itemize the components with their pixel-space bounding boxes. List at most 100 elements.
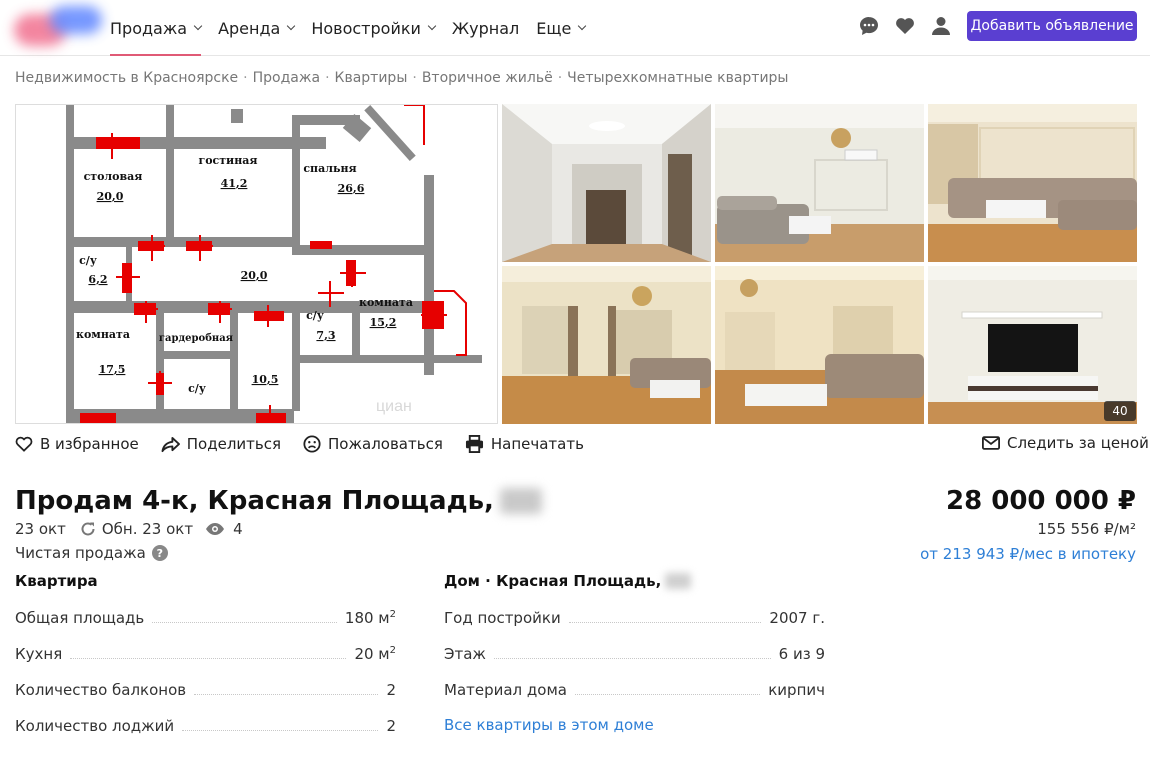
- spec-label: Общая площадь: [15, 609, 145, 627]
- user-icon[interactable]: [930, 14, 952, 38]
- favorite-label: В избранное: [40, 435, 139, 453]
- nav-item-label: Новостройки: [311, 18, 421, 38]
- redacted-text: [665, 573, 692, 589]
- spec-value: 2007 г.: [769, 609, 825, 627]
- nav-item-journal[interactable]: Журнал: [452, 0, 519, 56]
- watermark: циан: [376, 398, 412, 415]
- chevron-down-icon: [193, 21, 203, 31]
- listing-meta: 23 окт Обн. 23 окт 4: [15, 520, 243, 538]
- refresh-icon: [81, 522, 95, 536]
- main-nav: Продажа Аренда Новостройки Журнал Еще: [110, 0, 602, 56]
- spec-label: Материал дома: [444, 681, 567, 699]
- listing-date: 23 окт: [15, 520, 66, 538]
- report-label: Пожаловаться: [328, 435, 443, 453]
- gallery-photo[interactable]: [502, 266, 711, 424]
- room-area: 6,2: [88, 273, 107, 286]
- listing-actions: В избранное Поделиться Пожаловаться Напе…: [15, 434, 606, 454]
- breadcrumb-item[interactable]: Квартиры: [335, 70, 408, 86]
- gallery-photo[interactable]: [715, 104, 924, 262]
- spec-row: Материал дома кирпич: [444, 679, 825, 699]
- breadcrumb-item[interactable]: Продажа: [253, 70, 320, 86]
- spec-value: 20 м2: [354, 645, 396, 663]
- chevron-down-icon: [578, 21, 587, 31]
- spec-row: Количество балконов 2: [15, 679, 396, 699]
- nav-item-label: Аренда: [218, 18, 281, 38]
- spec-value: 180 м2: [344, 609, 396, 627]
- sale-type-label: Чистая продажа: [15, 544, 146, 562]
- room-label: с/у: [79, 254, 97, 267]
- room-area: 10,5: [252, 373, 279, 386]
- print-button[interactable]: Напечатать: [465, 435, 584, 453]
- room-area: 17,5: [99, 363, 126, 376]
- heart-outline-icon: [15, 436, 33, 452]
- spec-row: Кухня 20 м2: [15, 643, 396, 663]
- room-label: с/у: [306, 309, 324, 322]
- room-area: 7,3: [316, 329, 335, 342]
- sale-type: Чистая продажа ?: [15, 544, 168, 562]
- favorite-button[interactable]: В избранное: [15, 435, 139, 453]
- watch-price-label: Следить за ценой: [1007, 434, 1149, 452]
- gallery-photo[interactable]: [928, 104, 1137, 262]
- chat-icon[interactable]: [858, 14, 880, 38]
- room-label: комната: [76, 328, 130, 341]
- spec-value: 2: [386, 681, 396, 699]
- room-area: 20,0: [97, 190, 124, 203]
- spec-value: кирпич: [768, 681, 825, 699]
- spec-value: 6 из 9: [778, 645, 825, 663]
- photo-count-badge[interactable]: 40: [1104, 401, 1136, 421]
- spec-label: Этаж: [444, 645, 486, 663]
- room-label: столовая: [84, 170, 143, 183]
- spec-row: Общая площадь 180 м2: [15, 607, 396, 627]
- nav-item-new-buildings[interactable]: Новостройки: [311, 0, 437, 56]
- listing-title-text: Продам 4-к, Красная Площадь,: [15, 486, 494, 516]
- envelope-icon: [982, 436, 1000, 450]
- all-apartments-in-house-link[interactable]: Все квартиры в этом доме: [444, 716, 654, 734]
- listing-updated: Обн. 23 окт: [101, 520, 194, 538]
- apartment-section-title: Квартира: [15, 572, 98, 590]
- room-label: гостиная: [198, 154, 257, 167]
- nav-item-more[interactable]: Еще: [536, 0, 587, 56]
- listing-views: 4: [233, 520, 243, 538]
- gallery-photo[interactable]: [502, 104, 711, 262]
- watch-price-button[interactable]: Следить за ценой: [982, 434, 1149, 452]
- nav-item-rent[interactable]: Аренда: [218, 0, 296, 56]
- print-label: Напечатать: [490, 435, 584, 453]
- floor-plan-image[interactable]: столовая 20,0 гостиная 41,2 спальня 26,6…: [15, 104, 498, 424]
- room-label: с/у: [188, 382, 206, 395]
- spec-label: Количество лоджий: [15, 717, 175, 735]
- sad-face-icon: [303, 435, 321, 453]
- report-button[interactable]: Пожаловаться: [303, 435, 443, 453]
- nav-item-sale[interactable]: Продажа: [110, 0, 203, 56]
- listing-price: 28 000 000 ₽: [946, 486, 1136, 516]
- help-icon[interactable]: ?: [151, 545, 168, 561]
- room-area: 26,6: [338, 182, 365, 195]
- spec-label: Кухня: [15, 645, 63, 663]
- chevron-down-icon: [427, 21, 437, 31]
- breadcrumb-item[interactable]: Недвижимость в Красноярске: [15, 70, 238, 86]
- share-button[interactable]: Поделиться: [161, 435, 281, 453]
- breadcrumb-item[interactable]: Вторичное жильё: [422, 70, 553, 86]
- gallery-photo[interactable]: [715, 266, 924, 424]
- spec-row: Этаж 6 из 9: [444, 643, 825, 663]
- price-per-m2: 155 556 ₽/м²: [1037, 520, 1136, 538]
- spec-value: 2: [386, 717, 396, 735]
- site-logo[interactable]: [10, 4, 102, 46]
- spec-row: Количество лоджий 2: [15, 715, 396, 735]
- breadcrumb-item[interactable]: Четырехкомнатные квартиры: [567, 70, 788, 86]
- nav-item-label: Еще: [536, 18, 572, 38]
- heart-icon[interactable]: [894, 14, 916, 38]
- mortgage-link[interactable]: от 213 943 ₽/мес в ипотеку: [920, 545, 1136, 563]
- add-listing-button[interactable]: Добавить объявление: [967, 11, 1137, 41]
- eye-icon: [206, 523, 225, 535]
- nav-item-label: Продажа: [110, 18, 188, 38]
- listing-title: Продам 4-к, Красная Площадь,: [15, 486, 542, 516]
- chevron-down-icon: [287, 21, 296, 31]
- house-title-text: Дом · Красная Площадь,: [444, 572, 662, 590]
- breadcrumb: Недвижимость в Красноярске · Продажа · Ква…: [15, 70, 789, 86]
- room-area: 41,2: [221, 177, 248, 190]
- room-area: 20,0: [241, 269, 268, 282]
- room-area: 15,2: [370, 316, 397, 329]
- spec-label: Год постройки: [444, 609, 561, 627]
- nav-item-label: Журнал: [451, 18, 520, 38]
- site-header: Продажа Аренда Новостройки Журнал Еще До…: [0, 0, 1150, 56]
